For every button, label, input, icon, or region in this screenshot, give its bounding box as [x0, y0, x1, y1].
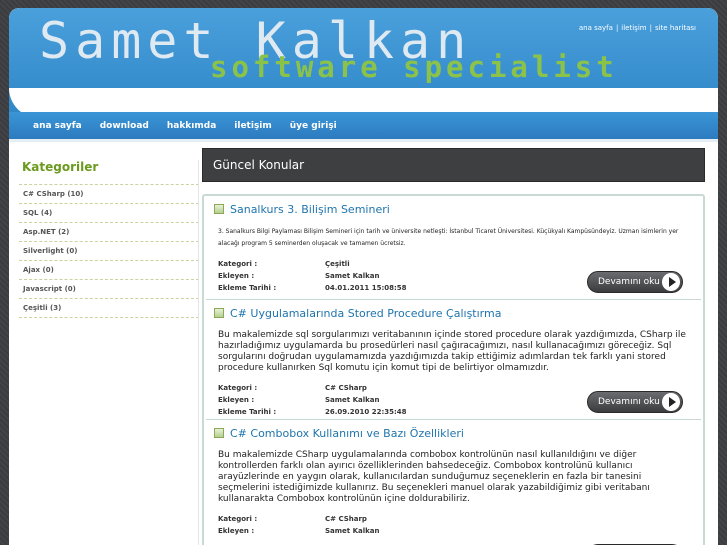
- nav-item-about[interactable]: hakkımda: [167, 112, 216, 140]
- post-excerpt: Bu makalemizde sql sorgularımızı veritab…: [218, 330, 686, 373]
- meta-author-value: Samet Kalkan: [325, 527, 380, 535]
- meta-category-label: Kategori :: [218, 260, 258, 268]
- read-more-label: Devamını oku: [598, 397, 660, 407]
- meta-author-label: Ekleyen :: [218, 527, 255, 535]
- meta-date-value: 04.01.2011 15:08:58: [325, 284, 407, 292]
- nav-item-login[interactable]: üye girişi: [290, 112, 337, 140]
- toplink-contact[interactable]: iletişim: [621, 24, 646, 32]
- post-title-link[interactable]: Sanalkurs 3. Bilişim Semineri: [230, 203, 390, 216]
- separator: |: [649, 24, 652, 32]
- post-meta: Kategori : C# CSharp Ekleyen : Samet Kalka…: [218, 513, 691, 537]
- nav-item-contact[interactable]: iletişim: [234, 112, 271, 140]
- meta-author-row: Ekleyen : Samet Kalkan: [218, 525, 691, 537]
- read-more-button[interactable]: Devamını oku: [587, 271, 683, 293]
- top-links: ana sayfa | iletişim | site haritası: [579, 24, 696, 32]
- meta-author-value: Samet Kalkan: [325, 272, 380, 280]
- post-item: C# Combobox Kullanımı ve Bazı Özellikler…: [206, 420, 701, 545]
- meta-author-label: Ekleyen :: [218, 396, 255, 404]
- meta-author-value: Samet Kalkan: [325, 396, 380, 404]
- post-title-link[interactable]: C# Uygulamalarında Stored Procedure Çalı…: [230, 307, 501, 320]
- separator: |: [615, 24, 619, 32]
- site-logo-tagline: software specialist: [210, 50, 618, 84]
- meta-date-label: Ekleme Tarihi :: [218, 284, 277, 292]
- meta-category-label: Kategori :: [218, 384, 258, 392]
- meta-date-value: 26.09.2010 22:35:48: [325, 408, 407, 416]
- read-more-label: Devamını oku: [598, 277, 660, 287]
- read-more-button[interactable]: Devamını oku: [587, 391, 683, 413]
- post-bullet-icon: [214, 204, 224, 214]
- meta-category-row: Kategori : C# CSharp: [218, 513, 691, 525]
- toplink-sitemap[interactable]: site haritası: [655, 24, 696, 32]
- meta-author-label: Ekleyen :: [218, 272, 255, 280]
- play-arrow-icon: [662, 273, 680, 291]
- nav-item-download[interactable]: download: [100, 112, 149, 140]
- post-title-link[interactable]: C# Combobox Kullanımı ve Bazı Özellikler…: [230, 427, 464, 440]
- post-item: C# Uygulamalarında Stored Procedure Çalı…: [206, 300, 701, 420]
- main-nav: ana sayfa download hakkımda iletişim üye…: [9, 112, 718, 142]
- post-excerpt: 3. Sanalkurs Bilgi Paylaması Bilişim Sem…: [218, 228, 679, 247]
- post-header: C# Uygulamalarında Stored Procedure Çalı…: [214, 304, 695, 322]
- site-header: Samet Kalkan software specialist ana say…: [9, 8, 718, 118]
- page-title: Güncel Konular: [202, 148, 705, 182]
- post-bullet-icon: [214, 428, 224, 438]
- post-excerpt: Bu makalemizde CSharp uygulamalarında co…: [218, 450, 650, 504]
- post-list: Sanalkurs 3. Bilişim Semineri 3. Sanalku…: [202, 194, 705, 545]
- meta-category-value: C# CSharp: [325, 384, 367, 392]
- toplink-home[interactable]: ana sayfa: [579, 24, 613, 32]
- meta-category-row: Kategori : Çeşitli: [218, 258, 691, 270]
- sidebar-column-border: [19, 160, 199, 545]
- post-header: C# Combobox Kullanımı ve Bazı Özellikler…: [214, 424, 695, 442]
- page-frame: Samet Kalkan software specialist ana say…: [9, 8, 718, 545]
- post-bullet-icon: [214, 308, 224, 318]
- sidebar: Kategoriler C# CSharp (10) SQL (4) Asp.N…: [19, 160, 199, 545]
- post-item: Sanalkurs 3. Bilişim Semineri 3. Sanalku…: [206, 196, 701, 300]
- meta-category-label: Kategori :: [218, 515, 258, 523]
- meta-date-label: Ekleme Tarihi :: [218, 408, 277, 416]
- play-arrow-icon: [662, 393, 680, 411]
- meta-category-value: C# CSharp: [325, 515, 367, 523]
- meta-category-value: Çeşitli: [325, 260, 350, 268]
- main-content: Güncel Konular Sanalkurs 3. Bilişim Semi…: [202, 148, 705, 545]
- post-header: Sanalkurs 3. Bilişim Semineri: [214, 200, 695, 218]
- nav-item-home[interactable]: ana sayfa: [33, 112, 82, 140]
